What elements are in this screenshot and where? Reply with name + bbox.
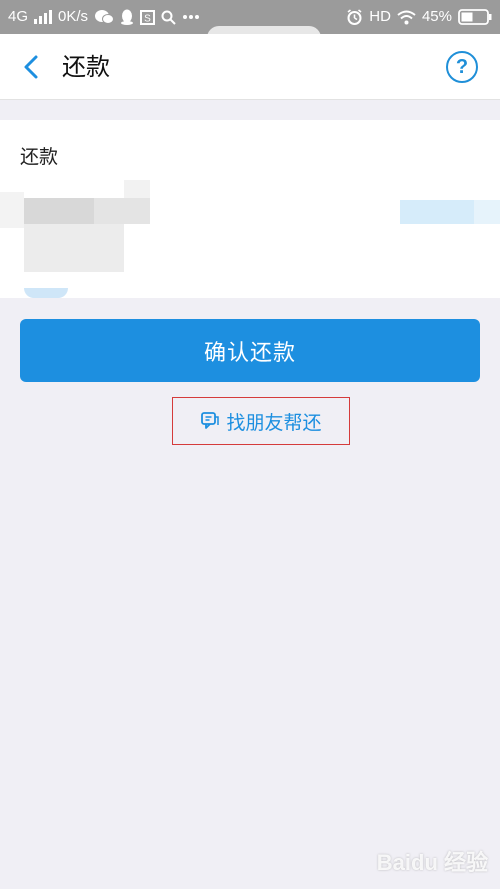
blurred-content [124, 180, 150, 198]
chevron-left-icon [24, 55, 38, 79]
screen: 4G 0K/s S HD 45% 还款 ? 还款 确认还款 找朋友帮还 Baid… [0, 0, 500, 889]
confirm-repayment-button[interactable]: 确认还款 [20, 319, 480, 382]
hd-indicator: HD [369, 8, 391, 25]
blurred-content [400, 200, 474, 224]
blurred-content [474, 200, 500, 224]
more-dots-icon [182, 14, 200, 20]
qq-icon [120, 9, 134, 25]
battery-icon [458, 9, 492, 25]
blurred-content [94, 198, 150, 224]
chat-bubble-icon [201, 412, 220, 429]
friend-help-link[interactable]: 找朋友帮还 [172, 397, 350, 445]
blurred-content [0, 192, 24, 228]
page-title: 还款 [62, 53, 110, 81]
watermark-text: Baidu 经验 [376, 850, 488, 875]
header: 还款 ? [0, 34, 500, 100]
help-button[interactable]: ? [446, 51, 478, 83]
status-bar-left: 4G 0K/s S [8, 0, 200, 34]
card-label: 还款 [20, 146, 59, 168]
signal-icon [34, 10, 53, 24]
watermark: Baidu 经验 [348, 841, 488, 885]
network-type: 4G [8, 8, 29, 25]
repayment-card: 还款 [0, 120, 500, 298]
network-speed: 0K/s [58, 8, 89, 25]
s-app-icon: S [140, 9, 156, 25]
blurred-content [24, 288, 68, 298]
friend-help-label: 找朋友帮还 [226, 411, 322, 434]
svg-text:S: S [144, 13, 151, 24]
search-icon [161, 10, 176, 25]
blurred-content [24, 198, 94, 224]
status-bar-right: HD 45% [346, 0, 492, 34]
alarm-icon [346, 8, 363, 26]
battery-percent: 45% [421, 8, 452, 25]
wechat-icon [94, 9, 115, 25]
wifi-icon [397, 10, 416, 25]
back-button[interactable] [16, 52, 46, 82]
blurred-content [24, 224, 124, 272]
